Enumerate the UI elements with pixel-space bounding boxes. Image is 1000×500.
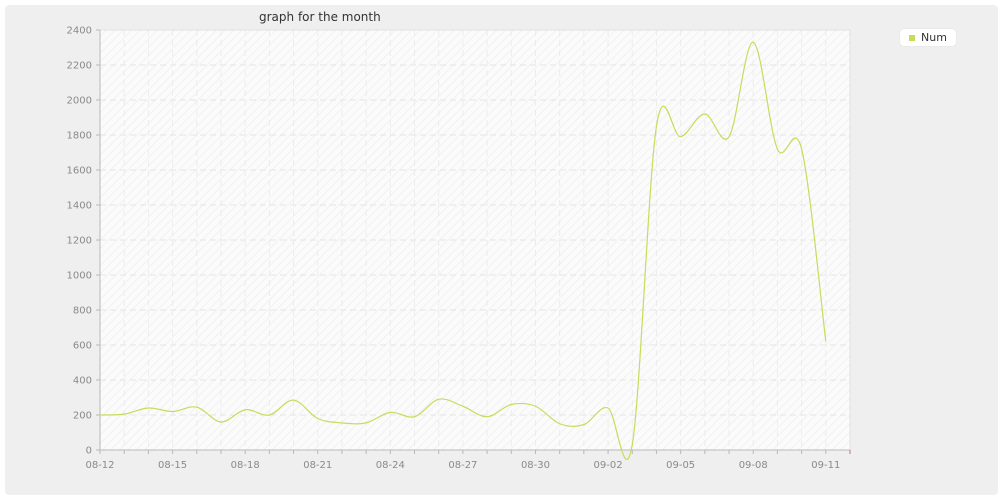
- y-tick-label: 800: [73, 306, 92, 317]
- data-point: [124, 414, 125, 415]
- y-tick-label: 400: [73, 376, 92, 387]
- x-tick-label: 09-11: [811, 460, 840, 471]
- data-point: [269, 414, 270, 415]
- data-point: [220, 421, 221, 422]
- data-point: [656, 126, 657, 127]
- data-point: [680, 136, 681, 137]
- y-tick-label: 0: [86, 446, 92, 457]
- data-point: [172, 411, 173, 412]
- data-point: [559, 423, 560, 424]
- x-tick-label: 08-12: [85, 460, 114, 471]
- data-point: [607, 407, 608, 408]
- x-tick-label: 08-27: [448, 460, 477, 471]
- data-point: [535, 406, 536, 407]
- data-point: [825, 341, 826, 342]
- x-tick-label: 08-21: [303, 460, 332, 471]
- data-point: [148, 407, 149, 408]
- data-point: [390, 412, 391, 413]
- y-tick-label: 1600: [67, 166, 92, 177]
- data-point: [293, 400, 294, 401]
- y-tick-label: 200: [73, 411, 92, 422]
- x-tick-label: 08-18: [231, 460, 260, 471]
- data-point: [366, 422, 367, 423]
- data-point: [99, 414, 100, 415]
- x-tick-label: 09-02: [594, 460, 623, 471]
- data-point: [511, 404, 512, 405]
- data-point: [583, 424, 584, 425]
- data-point: [704, 113, 705, 114]
- data-point: [777, 148, 778, 149]
- data-point: [753, 42, 754, 43]
- x-tick-label: 08-15: [158, 460, 187, 471]
- data-point: [414, 416, 415, 417]
- chart-plot: 0 200 400 600 800 1000 1200 1400 1600 1800 2000 220…: [67, 26, 851, 471]
- data-point: [245, 409, 246, 410]
- y-tick-label: 1000: [67, 271, 92, 282]
- data-point: [317, 418, 318, 419]
- y-tick-label: 600: [73, 341, 92, 352]
- x-tick-label: 08-30: [521, 460, 550, 471]
- y-tick-label: 2000: [67, 96, 92, 107]
- y-tick-label: 1200: [67, 236, 92, 247]
- data-point: [196, 407, 197, 408]
- data-point: [632, 444, 633, 445]
- data-point: [438, 399, 439, 400]
- data-point: [487, 416, 488, 417]
- data-point: [801, 148, 802, 149]
- data-point: [341, 422, 342, 423]
- data-point: [462, 406, 463, 407]
- y-tick-label: 2200: [67, 61, 92, 72]
- data-point: [728, 136, 729, 137]
- x-tick-label: 09-08: [739, 460, 768, 471]
- y-tick-label: 2400: [67, 26, 92, 37]
- x-tick-label: 08-24: [376, 460, 405, 471]
- x-tick-label: 09-05: [666, 460, 695, 471]
- y-tick-label: 1400: [67, 201, 92, 212]
- y-tick-label: 1800: [67, 131, 92, 142]
